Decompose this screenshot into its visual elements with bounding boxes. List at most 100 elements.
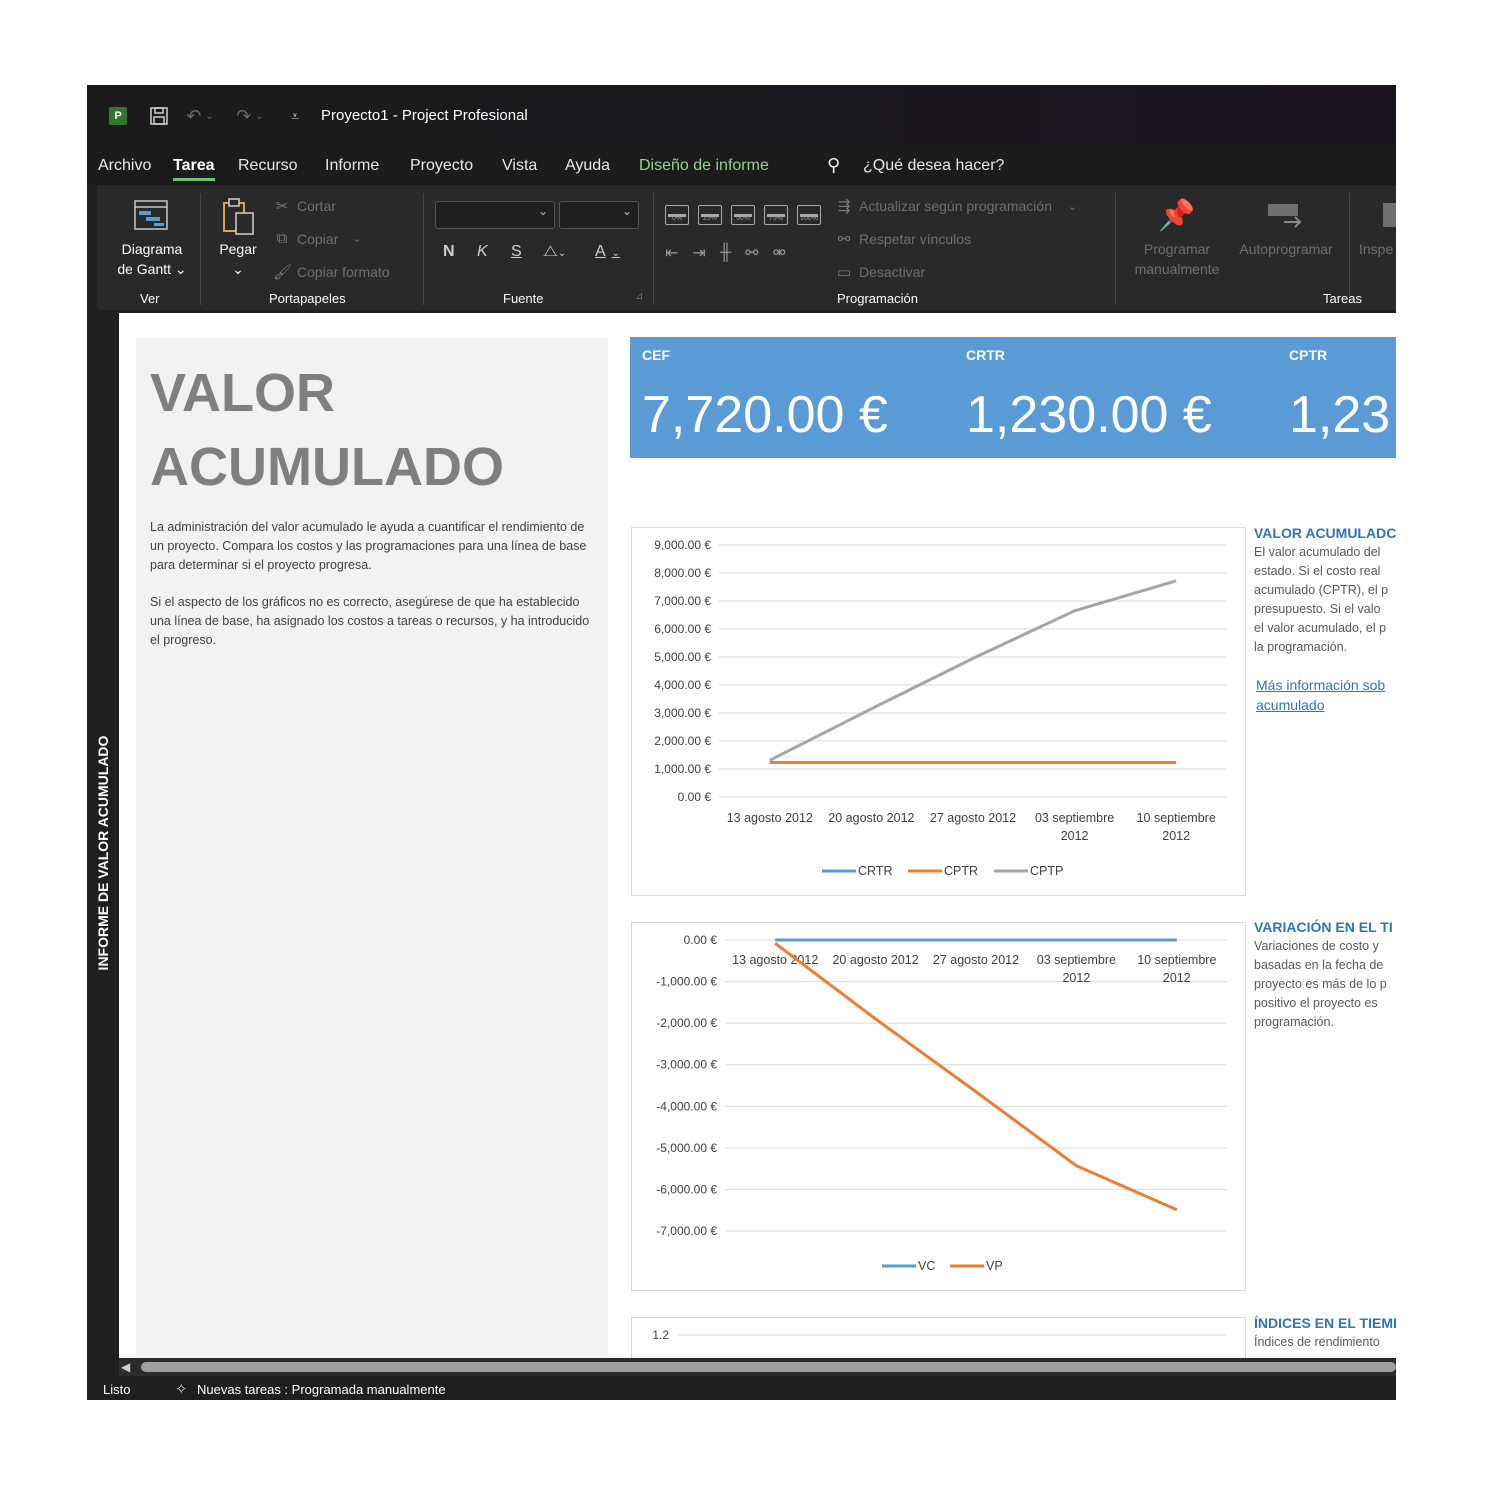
copy-dropdown-icon: ⌄: [352, 233, 362, 245]
paste-button[interactable]: Pegar ⌄: [213, 239, 263, 279]
gantt-label-2: de Gantt ⌄: [117, 261, 187, 277]
panel-text-indices: Índices de rendimiento: [1254, 1333, 1396, 1352]
panel-text-line: la programación.: [1254, 640, 1348, 654]
format-painter-button[interactable]: 🖌 Copiar formato: [273, 263, 390, 281]
kpi-band: CEF 7,720.00 € CRTR 1,230.00 € CPTR 1,23: [630, 337, 1396, 458]
y-tick-label: 0.00 €: [678, 790, 712, 804]
customize-quick-access-icon[interactable]: ⩡: [285, 105, 305, 127]
panel-text-line: positivo el proyecto es: [1254, 996, 1378, 1010]
split-task-icon[interactable]: ╫: [720, 244, 731, 262]
tab-ayuda[interactable]: Ayuda: [565, 157, 610, 175]
inspect-button[interactable]: Inspe: [1359, 239, 1396, 259]
respect-links-button[interactable]: ⚯ Respetar vínculos: [835, 230, 971, 248]
horizontal-scrollbar[interactable]: ◀: [119, 1358, 1396, 1376]
legend-label-crtr: CRTR: [858, 864, 893, 878]
outdent-icon[interactable]: ⇤: [665, 243, 678, 263]
x-tick-label: 2012: [1163, 971, 1191, 985]
scissors-icon: ✂: [275, 198, 289, 215]
tab-vista[interactable]: Vista: [502, 157, 537, 175]
update-schedule-button[interactable]: ⇶ Actualizar según programación ⌄: [835, 197, 1078, 215]
auto-schedule-button[interactable]: Autoprogramar: [1231, 239, 1341, 259]
underline-button[interactable]: S: [511, 243, 522, 261]
y-tick-label: -6,000.00 €: [656, 1182, 717, 1196]
chart-variance[interactable]: 0.00 € -1,000.00 € -2,000.00 € -3,000.00 € -…: [631, 922, 1246, 1291]
pushpin-icon[interactable]: ✧: [175, 1380, 188, 1398]
intro-paragraph-1: La administración del valor acumulado le…: [150, 520, 587, 572]
kpi-label-cptr: CPTR: [1289, 347, 1328, 363]
tab-archivo[interactable]: Archivo: [98, 157, 151, 175]
legend-label-vc: VC: [918, 1259, 935, 1273]
panel-text-line: Índices de rendimiento: [1254, 1335, 1380, 1349]
legend-label-cptp: CPTP: [1030, 864, 1063, 878]
y-tick-label: -4,000.00 €: [656, 1099, 717, 1113]
separator: [1115, 193, 1116, 305]
bold-button[interactable]: N: [443, 243, 455, 261]
font-name-dropdown[interactable]: [435, 201, 555, 229]
chart-indices[interactable]: 1.2: [631, 1317, 1246, 1358]
x-tick-label: 27 agosto 2012: [930, 811, 1016, 825]
gantt-label-1: Diagrama: [121, 241, 183, 257]
kpi-value-cptr: 1,23: [1289, 386, 1391, 444]
intro-panel: VALOR ACUMULADO La administración del va…: [136, 338, 608, 1358]
report-title-line1: VALOR: [150, 363, 335, 423]
chart-earned-value[interactable]: 9,000.00 € 8,000.00 € 7,000.00 € 6,000.00 €…: [631, 527, 1246, 896]
copy-button[interactable]: ⧉ Copiar ⌄: [273, 230, 362, 247]
link-icon[interactable]: ⚯: [745, 243, 758, 263]
group-label-programacion: Programación: [837, 291, 918, 306]
y-tick-label: 1,000.00 €: [654, 762, 711, 776]
more-info-link-line2: acumulado: [1256, 697, 1325, 713]
new-tasks-mode[interactable]: Nuevas tareas : Programada manualmente: [197, 1382, 446, 1397]
panel-text-line: Variaciones de costo y: [1254, 939, 1379, 953]
manual-schedule-button[interactable]: Programar manualmente: [1125, 239, 1229, 279]
font-size-dropdown[interactable]: [559, 201, 639, 229]
legend-label-cptr: CPTR: [944, 864, 978, 878]
tab-tarea[interactable]: Tarea: [173, 157, 215, 181]
percent-100-label: 100%: [800, 215, 818, 222]
save-icon[interactable]: [147, 105, 171, 127]
tab-recurso[interactable]: Recurso: [238, 157, 298, 175]
group-label-portapapeles: Portapapeles: [269, 291, 346, 306]
paste-label: Pegar: [219, 241, 257, 257]
y-tick-label: 2,000.00 €: [654, 734, 711, 748]
redo-icon[interactable]: ↷ ⌄: [233, 105, 267, 127]
tab-diseno-de-informe[interactable]: Diseño de informe: [639, 157, 769, 175]
scrollbar-thumb[interactable]: [141, 1362, 1396, 1372]
panel-text-valor: El valor acumulado del estado. Si el cos…: [1254, 543, 1396, 657]
x-tick-label: 20 agosto 2012: [832, 953, 918, 967]
font-dialog-launcher-icon[interactable]: ⊿: [635, 291, 643, 302]
fill-color-icon[interactable]: ⧍⌄: [543, 243, 566, 261]
copy-label: Copiar: [297, 230, 339, 247]
percent-25-label: 25%: [702, 215, 717, 222]
font-color-icon[interactable]: A ⌄: [595, 243, 620, 261]
indent-icon[interactable]: ⇥: [692, 243, 705, 263]
paste-icon: [221, 197, 257, 237]
chart-variance-svg: 0.00 € -1,000.00 € -2,000.00 € -3,000.00 € -…: [656, 933, 1227, 1273]
y-tick-label: -5,000.00 €: [656, 1141, 717, 1155]
deactivate-icon: ▭: [836, 264, 852, 281]
y-tick-label: 1.2: [652, 1328, 669, 1342]
panel-text-line: proyecto es más de lo p: [1254, 977, 1387, 991]
tab-informe[interactable]: Informe: [325, 157, 379, 175]
manual-schedule-label-2: manualmente: [1134, 261, 1220, 277]
paste-dropdown-icon: ⌄: [232, 261, 244, 277]
gantt-chart-button[interactable]: Diagrama de Gantt ⌄: [111, 239, 193, 279]
cut-button[interactable]: ✂ Cortar: [273, 197, 336, 215]
search-input[interactable]: ¿Qué desea hacer?: [863, 157, 1004, 175]
update-label: Actualizar según programación: [859, 198, 1052, 214]
search-icon[interactable]: ⚲: [827, 155, 840, 176]
unlink-icon[interactable]: ⚮: [773, 243, 786, 263]
y-tick-label: 6,000.00 €: [654, 622, 711, 636]
deactivate-button[interactable]: ▭ Desactivar: [835, 263, 925, 281]
tab-proyecto[interactable]: Proyecto: [410, 157, 473, 175]
chart-indices-svg: 1.2: [652, 1328, 1227, 1342]
undo-icon[interactable]: ↶ ⌄: [185, 105, 215, 127]
x-tick-label: 10 septiembre: [1137, 953, 1216, 967]
more-info-link-line1: Más información sob: [1256, 677, 1386, 693]
y-tick-label: -2,000.00 €: [656, 1016, 717, 1030]
more-info-link[interactable]: Más información sob acumulado: [1256, 675, 1396, 715]
y-tick-label: 9,000.00 €: [654, 538, 711, 552]
panel-text-line: acumulado (CPTR), el p: [1254, 583, 1389, 597]
panel-title-variacion: VARIACIÓN EN EL TI: [1254, 919, 1393, 935]
scroll-left-icon[interactable]: ◀: [121, 1360, 135, 1374]
italic-button[interactable]: K: [477, 243, 488, 261]
